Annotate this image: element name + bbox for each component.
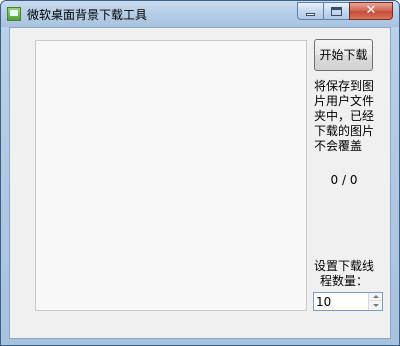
chevron-up-icon[interactable] [368,293,382,301]
close-icon: ✕ [365,3,377,18]
maximize-button[interactable] [323,2,349,20]
window-title: 微软桌面背景下载工具 [27,8,148,22]
app-window: 微软桌面背景下载工具 ✕ 开始下载 将保存到图片用户文件夹中，已经下载的图片不会… [0,0,400,346]
app-icon [7,7,21,21]
client-area: 开始下载 将保存到图片用户文件夹中，已经下载的图片不会覆盖 0 / 0 设置下载… [9,27,391,339]
start-download-button[interactable]: 开始下载 [314,39,373,71]
thread-count-stepper [313,292,383,311]
progress-counter: 0 / 0 [330,173,358,187]
stepper-arrows [368,293,382,310]
thread-count-label: 设置下载线程数量： [313,259,374,288]
chevron-down-icon[interactable] [368,301,382,310]
minimize-button[interactable] [297,2,323,20]
thread-count-input[interactable] [314,293,370,310]
close-button[interactable]: ✕ [349,2,393,20]
caption-buttons: ✕ [297,2,393,20]
save-location-note: 将保存到图片用户文件夹中，已经下载的图片不会覆盖 [314,79,375,153]
title-bar[interactable]: 微软桌面背景下载工具 ✕ [1,1,399,27]
image-list-panel[interactable] [35,40,307,311]
